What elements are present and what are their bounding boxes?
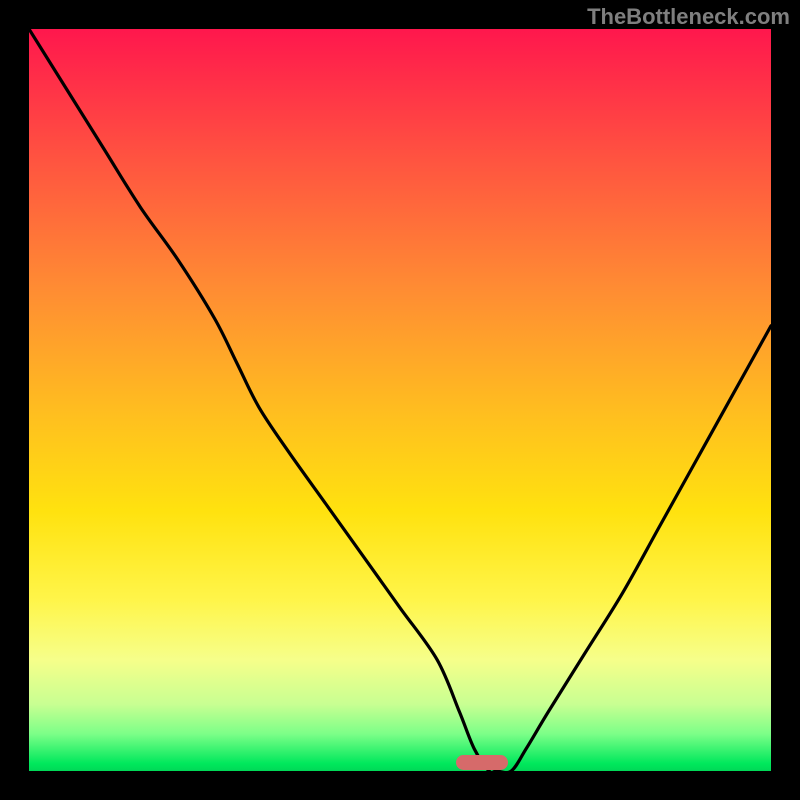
bottleneck-curve	[29, 29, 771, 771]
optimal-marker	[456, 755, 508, 770]
plot-area	[29, 29, 771, 771]
chart-container: TheBottleneck.com	[0, 0, 800, 800]
source-watermark: TheBottleneck.com	[587, 4, 790, 30]
